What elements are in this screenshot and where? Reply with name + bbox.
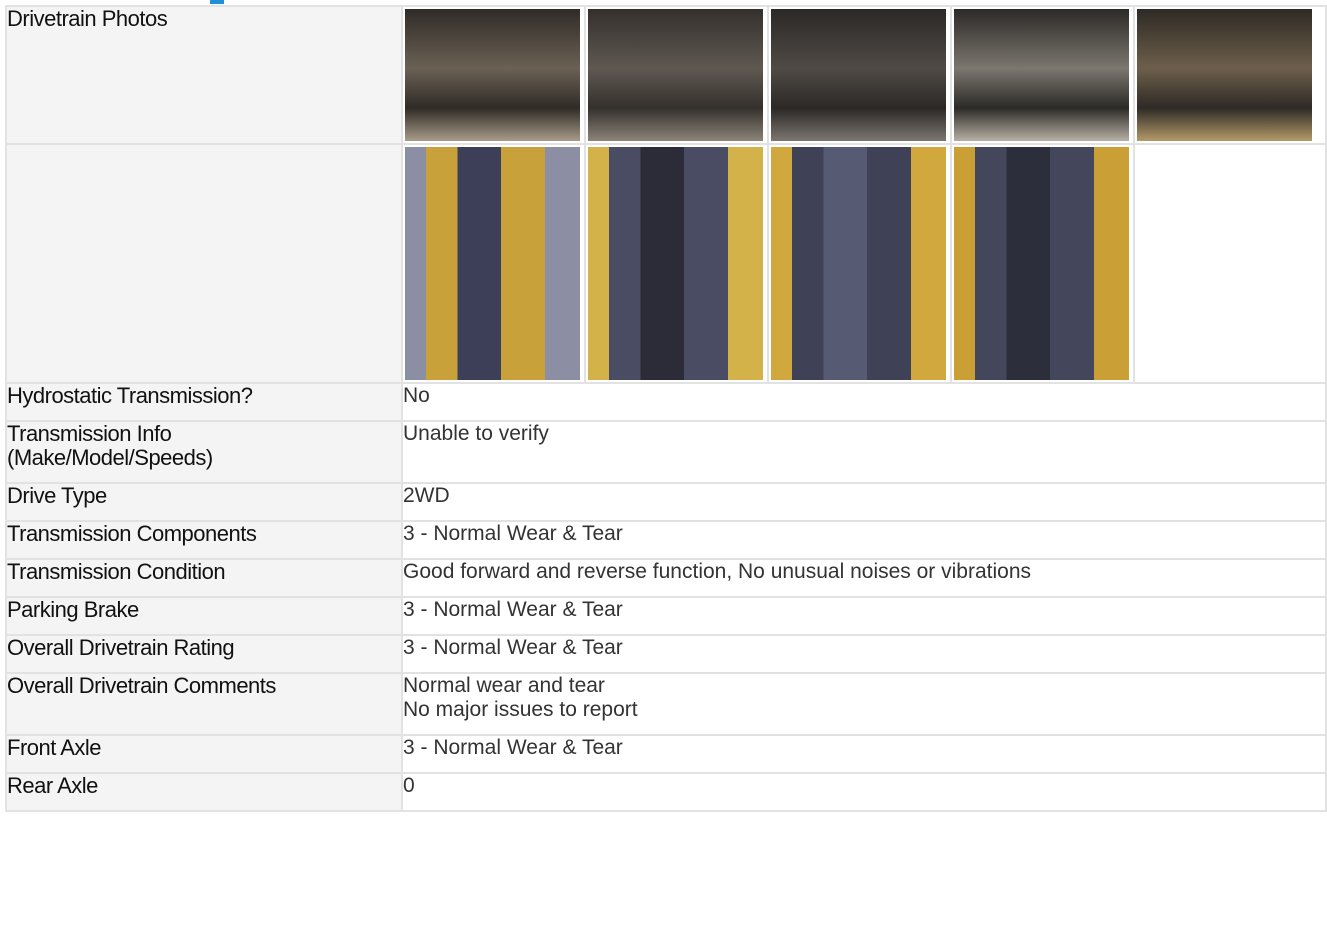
transmission-condition-label: Transmission Condition [5,558,403,598]
drivetrain-photo-thumbnail[interactable] [586,7,769,143]
drivetrain-photo-thumbnail[interactable] [586,145,769,382]
overall-comments-value: Normal wear and tear No major issues to … [401,672,1327,736]
photo-image [771,9,946,141]
transmission-components-value: 3 - Normal Wear & Tear [401,520,1327,560]
overall-rating-value: 3 - Normal Wear & Tear [401,634,1327,674]
drivetrain-photo-thumbnail[interactable] [403,7,586,143]
drivetrain-table: Drivetrain Photos Hydrostatic Transmissi… [5,5,1327,812]
drivetrain-photo-thumbnail[interactable] [769,145,952,382]
photo-image [954,9,1129,141]
photos-cell-row1 [401,5,1327,145]
photo-image [1137,9,1312,141]
front-axle-value: 3 - Normal Wear & Tear [401,734,1327,774]
drivetrain-photo-thumbnail[interactable] [403,145,586,382]
drivetrain-photo-thumbnail[interactable] [769,7,952,143]
photo-image [405,9,580,141]
transmission-components-label: Transmission Components [5,520,403,560]
rear-axle-label: Rear Axle [5,772,403,812]
drivetrain-photo-thumbnail[interactable] [952,7,1135,143]
photo-image [954,147,1129,380]
drivetrain-photo-thumbnail[interactable] [1135,7,1318,143]
drive-type-value: 2WD [401,482,1327,522]
transmission-info-label-line1: Transmission Info [7,421,172,446]
photo-image [771,147,946,380]
hydrostatic-label: Hydrostatic Transmission? [5,382,403,422]
overall-comments-label: Overall Drivetrain Comments [5,672,403,736]
transmission-info-value: Unable to verify [401,420,1327,484]
hydrostatic-value: No [401,382,1327,422]
transmission-info-label: Transmission Info (Make/Model/Speeds) [5,420,403,484]
overall-comments-line1: Normal wear and tear [403,674,605,697]
photo-image [588,147,763,380]
parking-brake-value: 3 - Normal Wear & Tear [401,596,1327,636]
transmission-info-label-line2: (Make/Model/Speeds) [7,445,213,470]
photo-image [588,9,763,141]
section-heading-accent [210,0,224,4]
empty-photo-slot [1135,145,1318,382]
front-axle-label: Front Axle [5,734,403,774]
photo-image [405,147,580,380]
parking-brake-label: Parking Brake [5,596,403,636]
drive-type-label: Drive Type [5,482,403,522]
overall-rating-label: Overall Drivetrain Rating [5,634,403,674]
drivetrain-photo-thumbnail[interactable] [952,145,1135,382]
photos-label-empty [5,143,403,384]
rear-axle-value: 0 [401,772,1327,812]
overall-comments-line2: No major issues to report [403,698,638,721]
transmission-condition-value: Good forward and reverse function, No un… [401,558,1327,598]
photos-cell-row2 [401,143,1327,384]
photos-label: Drivetrain Photos [5,5,403,145]
